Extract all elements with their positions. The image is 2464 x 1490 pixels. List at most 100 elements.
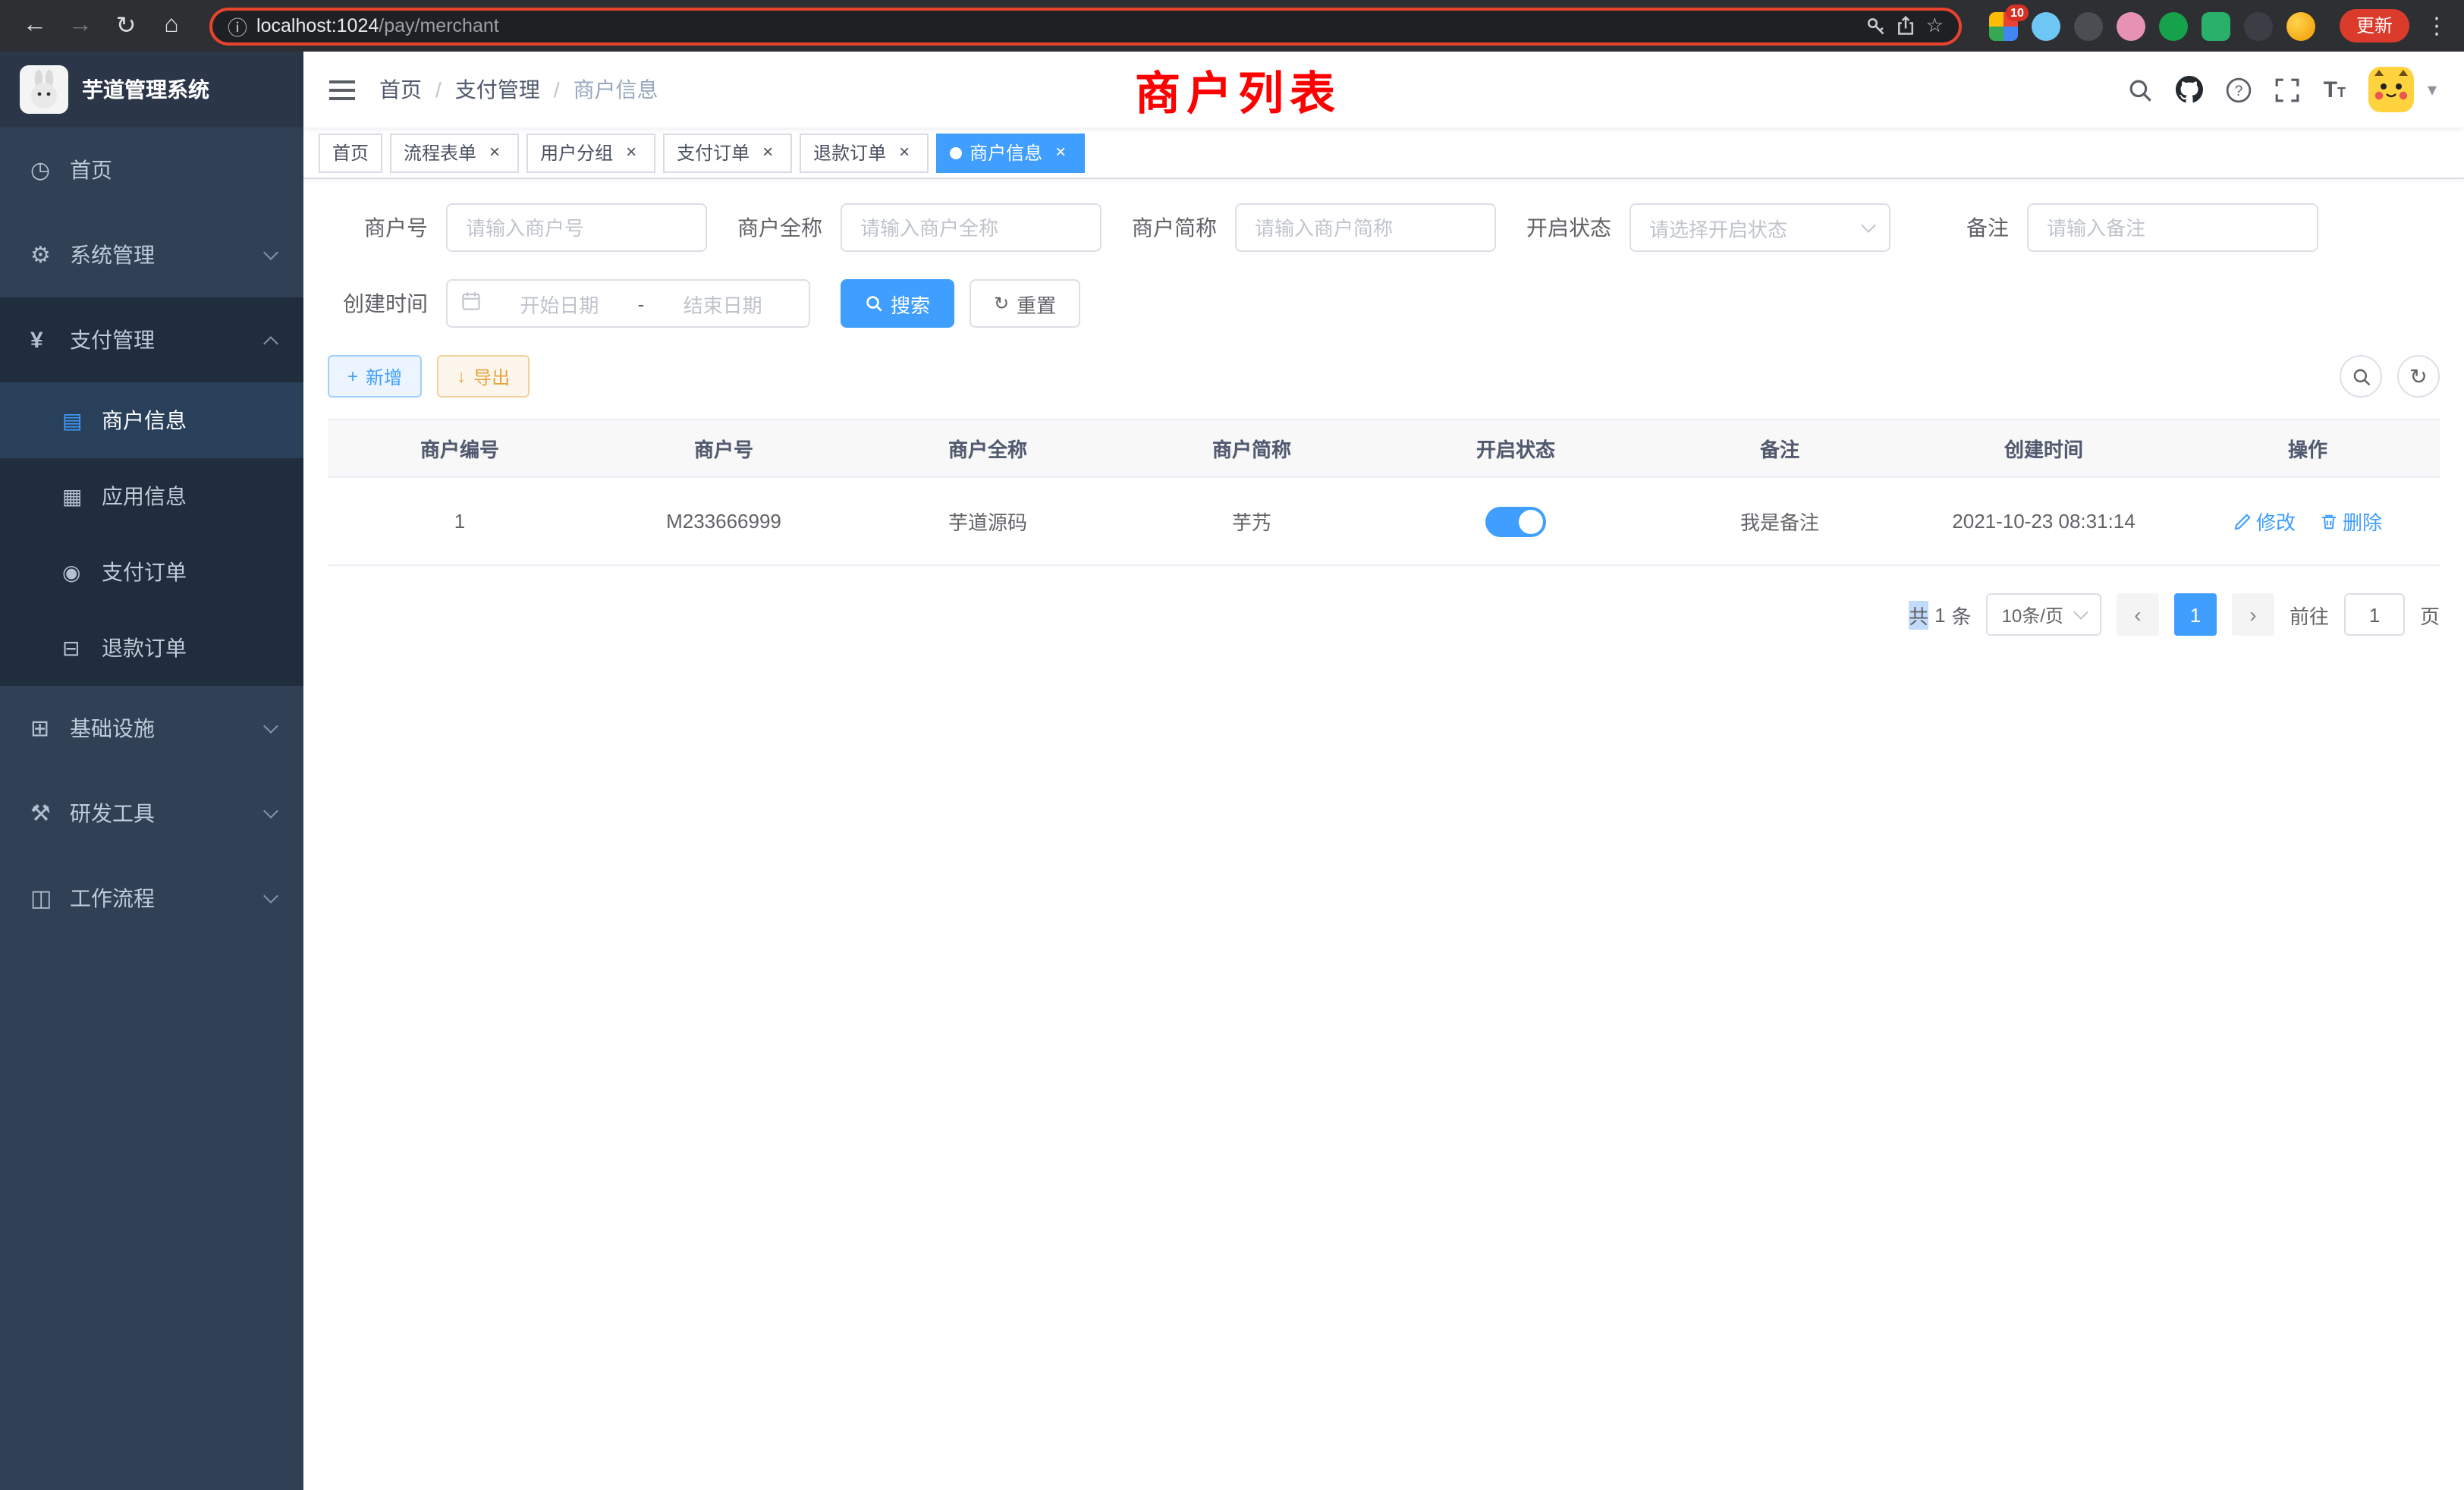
sidebar-item-app-info[interactable]: ▦ 应用信息: [0, 458, 303, 534]
pagination: 共 1 条 10条/页 ‹ 1 › 前往 页: [328, 593, 2440, 636]
tab-user-group[interactable]: 用户分组 ×: [526, 133, 655, 172]
sidebar-item-refund-orders[interactable]: ⊟ 退款订单: [0, 610, 303, 686]
search-icon[interactable]: [2128, 77, 2154, 102]
sidebar-item-infra[interactable]: ⊞ 基础设施: [0, 686, 303, 771]
search-button[interactable]: 搜索: [841, 279, 954, 328]
extension-icon-7[interactable]: [2244, 11, 2273, 40]
refresh-table-button[interactable]: ↻: [2397, 355, 2440, 398]
sidebar-item-dev-tools[interactable]: ⚒ 研发工具: [0, 771, 303, 856]
github-icon[interactable]: [2176, 76, 2204, 103]
svg-text:?: ?: [2235, 83, 2243, 99]
export-button[interactable]: ↓ 导出: [437, 355, 530, 398]
extension-badge: 10: [2006, 4, 2029, 20]
breadcrumb-separator: /: [435, 77, 442, 102]
next-page-button[interactable]: ›: [2232, 593, 2274, 636]
sidebar-item-workflow[interactable]: ◫ 工作流程: [0, 856, 303, 941]
browser-menu-icon[interactable]: ⋮: [2425, 12, 2449, 39]
delete-link[interactable]: 删除: [2320, 507, 2382, 536]
date-range-picker[interactable]: 开始日期 - 结束日期: [446, 279, 810, 328]
goto-label: 前往: [2290, 600, 2329, 629]
status-toggle[interactable]: [1485, 506, 1546, 536]
edit-link[interactable]: 修改: [2233, 507, 2296, 536]
cell-status: [1384, 477, 1648, 565]
url-bar[interactable]: ⓘ localhost:1024/pay/merchant ☆: [209, 7, 1962, 45]
table-row: 1 M233666999 芋道源码 芋艿 我是备注 2021-10-23 08:…: [328, 477, 2440, 565]
page-1-button[interactable]: 1: [2174, 593, 2217, 636]
browser-home-icon[interactable]: ⌂: [152, 6, 191, 46]
site-info-icon[interactable]: ⓘ: [228, 11, 247, 40]
refund-icon: ⊟: [62, 635, 102, 661]
extension-icon-3[interactable]: [2074, 11, 2103, 40]
sidebar-item-home[interactable]: ◷ 首页: [0, 127, 303, 212]
extension-icon-4[interactable]: [2117, 11, 2145, 40]
sidebar-item-merchant-info[interactable]: ▤ 商户信息: [0, 382, 303, 458]
tab-close-icon[interactable]: ×: [484, 142, 505, 163]
refresh-icon: ↻: [2409, 363, 2427, 389]
bookmark-star-icon[interactable]: ☆: [1926, 14, 1944, 38]
browser-back-icon[interactable]: ←: [15, 6, 55, 46]
tab-close-icon[interactable]: ×: [1050, 142, 1071, 163]
tab-close-icon[interactable]: ×: [757, 142, 778, 163]
browser-forward-icon[interactable]: →: [61, 6, 100, 46]
user-avatar[interactable]: [2368, 67, 2414, 112]
tab-close-icon[interactable]: ×: [894, 142, 915, 163]
filter-label: 备注: [1966, 212, 2027, 243]
caret-down-icon[interactable]: ▾: [2428, 79, 2437, 100]
sidebar-menu: ◷ 首页 ⚙ 系统管理 ¥ 支付管理 ▤ 商户信息: [0, 127, 303, 1490]
app-logo[interactable]: 芋道管理系统: [0, 52, 303, 127]
end-date-placeholder[interactable]: 结束日期: [650, 289, 795, 318]
breadcrumb-home[interactable]: 首页: [379, 74, 422, 105]
extension-icon-5[interactable]: [2159, 11, 2188, 40]
grid-icon: ▦: [62, 483, 102, 509]
goto-page-input[interactable]: [2344, 593, 2405, 636]
password-key-icon[interactable]: [1865, 15, 1887, 36]
chevron-down-icon: [263, 244, 278, 259]
chevron-down-icon: [1861, 217, 1876, 232]
browser-reload-icon[interactable]: ↻: [106, 6, 146, 46]
extension-icon-2[interactable]: [2032, 11, 2060, 40]
extension-icon-8[interactable]: [2286, 11, 2315, 40]
remark-input[interactable]: [2027, 203, 2318, 252]
add-button[interactable]: + 新增: [328, 355, 422, 398]
sidebar-item-payment[interactable]: ¥ 支付管理: [0, 297, 303, 382]
infra-icon: ⊞: [30, 715, 70, 742]
toggle-search-button[interactable]: [2340, 355, 2382, 398]
tab-home[interactable]: 首页: [319, 133, 382, 172]
tab-close-icon[interactable]: ×: [621, 142, 642, 163]
prev-page-button[interactable]: ‹: [2117, 593, 2159, 636]
sidebar-item-pay-orders[interactable]: ◉ 支付订单: [0, 534, 303, 610]
help-icon[interactable]: ?: [2227, 77, 2252, 102]
col-status: 开启状态: [1384, 420, 1648, 477]
tab-pay-orders[interactable]: 支付订单 ×: [663, 133, 792, 172]
status-select[interactable]: 请选择开启状态: [1630, 203, 1890, 252]
breadcrumb-current: 商户信息: [574, 74, 658, 105]
tab-refund-orders[interactable]: 退款订单 ×: [800, 133, 929, 172]
browser-chrome: ← → ↻ ⌂ ⓘ localhost:1024/pay/merchant ☆ …: [0, 0, 2464, 52]
share-icon[interactable]: [1896, 15, 1917, 36]
filter-label: 商户全称: [737, 212, 841, 243]
tab-process-form[interactable]: 流程表单 ×: [390, 133, 519, 172]
refresh-icon: ↻: [994, 294, 1009, 313]
breadcrumb-payment[interactable]: 支付管理: [455, 74, 540, 105]
filter-row-2: 创建时间 开始日期 - 结束日期 搜索: [328, 279, 2440, 328]
filter-label: 创建时间: [328, 288, 446, 319]
extension-icon-6[interactable]: [2202, 11, 2230, 40]
tab-merchant-info[interactable]: 商户信息 ×: [936, 133, 1085, 172]
reset-button[interactable]: ↻ 重置: [970, 279, 1080, 328]
hamburger-icon[interactable]: [303, 52, 379, 127]
sidebar-item-system[interactable]: ⚙ 系统管理: [0, 212, 303, 297]
chrome-update-button[interactable]: 更新: [2340, 9, 2409, 42]
merchant-no-input[interactable]: [446, 203, 707, 252]
tags-view: 首页 流程表单 × 用户分组 × 支付订单 ×: [303, 127, 2464, 179]
order-icon: ◉: [62, 559, 102, 585]
full-name-input[interactable]: [841, 203, 1102, 252]
fullscreen-icon[interactable]: [2275, 77, 2301, 102]
page-size-select[interactable]: 10条/页: [1987, 593, 2101, 636]
font-size-icon[interactable]: TT: [2324, 78, 2346, 101]
date-separator: -: [638, 292, 645, 315]
filter-label: 商户简称: [1132, 212, 1235, 243]
extension-icon-1[interactable]: 10: [1989, 11, 2018, 40]
col-actions: 操作: [2176, 420, 2440, 477]
short-name-input[interactable]: [1235, 203, 1496, 252]
start-date-placeholder[interactable]: 开始日期: [487, 289, 632, 318]
